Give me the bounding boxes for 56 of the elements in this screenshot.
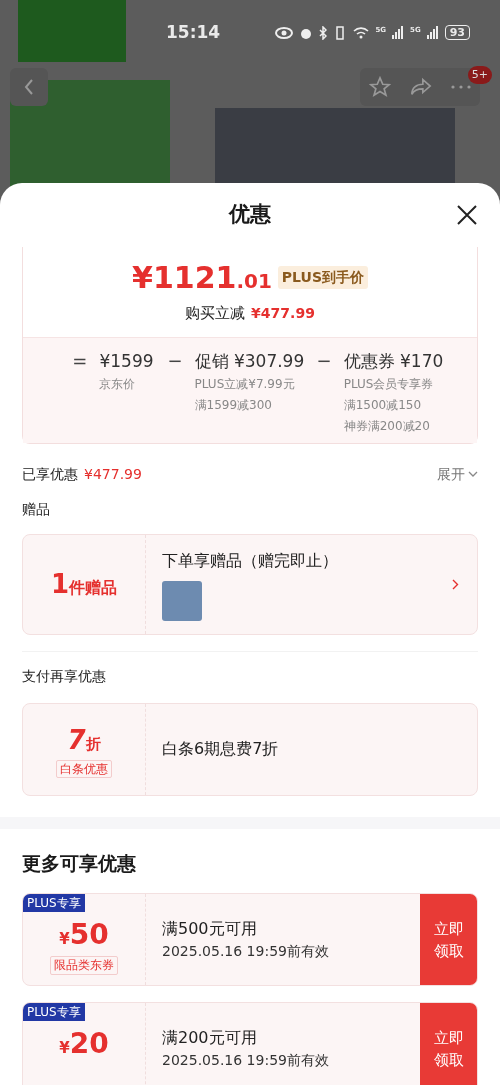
chevron-right-icon (452, 578, 459, 590)
status-time: 15:14 (166, 21, 221, 44)
coupon-amount: ¥20 (59, 1026, 109, 1062)
expand-toggle[interactable]: 展开 (437, 463, 478, 485)
coupon-condition: 满500元可用 (162, 918, 258, 940)
price-note: PLUS会员专享券 (343, 375, 435, 393)
chevron-down-icon (468, 471, 478, 477)
price-note: 满1500减150 (343, 396, 423, 414)
section-title: 更多可享优惠 (22, 850, 137, 876)
price-note: 满1599减300 (194, 396, 273, 414)
wifi-icon (353, 26, 370, 40)
back-button[interactable] (10, 68, 48, 106)
price-component: 优惠券 ¥170 (343, 349, 445, 372)
signal-icon (426, 26, 439, 40)
operator-sign: = (72, 349, 88, 373)
coupon-condition: 满200元可用 (162, 1027, 258, 1049)
operator-sign: − (167, 349, 183, 373)
payment-offer-text: 白条6期息费7折 (162, 738, 279, 760)
claim-button[interactable]: 立即领取 (420, 1003, 477, 1085)
gift-card[interactable]: 1件赠品 下单享赠品（赠完即止） (22, 533, 478, 635)
chevron-left-icon (23, 78, 35, 96)
enjoyed-label: 已享优惠 (22, 464, 78, 484)
section-heading: 赠品 (22, 499, 51, 519)
final-price: ¥1121.01 (132, 259, 272, 297)
price-component: ¥1599 (99, 349, 155, 372)
share-icon[interactable] (410, 77, 432, 97)
coupon-validity: 2025.05.16 19:59前有效 (162, 1051, 330, 1070)
plus-badge: PLUS专享 (23, 894, 85, 912)
enjoyed-value: ¥477.99 (84, 464, 142, 484)
coupon-tag: 限品类东券 (50, 956, 118, 975)
price-note: 京东价 (99, 375, 137, 393)
coupon-validity: 2025.05.16 19:59前有效 (162, 942, 330, 961)
claim-button[interactable]: 立即领取 (420, 894, 477, 985)
close-icon[interactable] (456, 204, 478, 226)
price-note: PLUS立减¥7.99元 (194, 375, 296, 393)
reduction-value: ¥477.99 (251, 303, 315, 323)
signal-icon (392, 26, 405, 40)
star-icon[interactable] (369, 76, 392, 98)
operator-sign: − (316, 349, 332, 373)
gift-title: 下单享赠品（赠完即止） (162, 549, 339, 572)
battery-indicator: 93 (444, 25, 470, 41)
discount-tag: 白条优惠 (56, 759, 112, 778)
price-note: 神券满200减20 (343, 417, 431, 435)
bluetooth-icon (319, 25, 328, 40)
plus-price-tag: PLUS到手价 (277, 266, 368, 289)
discount-value: 7折 (67, 723, 101, 757)
more-icon[interactable] (450, 85, 471, 89)
reduction-label: 购买立减 (185, 303, 246, 324)
eye-icon (275, 26, 294, 39)
gift-count: 1件赠品 (50, 567, 118, 601)
sheet-title: 优惠 (229, 201, 271, 229)
plus-badge: PLUS专享 (23, 1003, 85, 1021)
price-component: 促销 ¥307.99 (194, 349, 306, 372)
gift-thumbnail-placeholder (162, 580, 202, 621)
section-heading: 支付再享优惠 (22, 666, 107, 686)
coupon-amount: ¥50 (59, 917, 109, 953)
